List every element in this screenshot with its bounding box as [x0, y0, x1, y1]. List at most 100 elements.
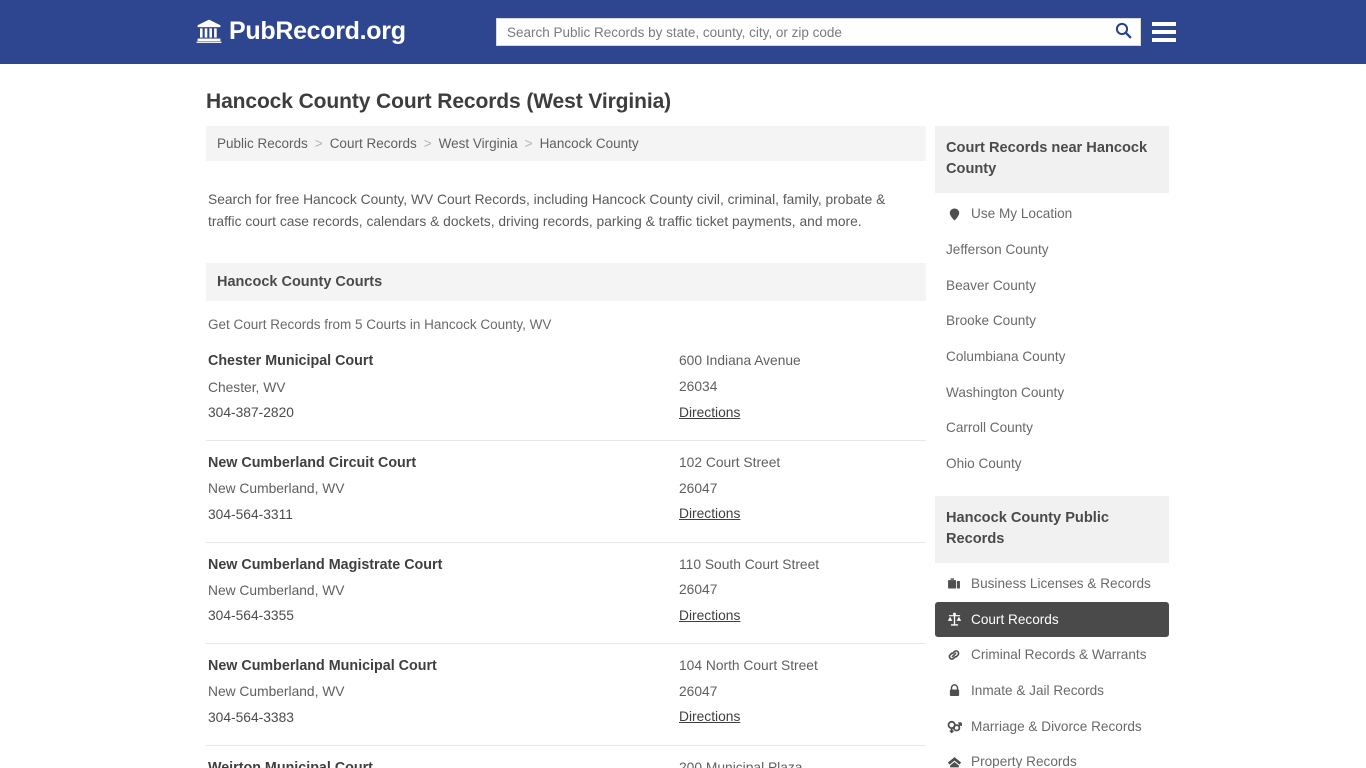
scales-of-justice-icon	[946, 612, 962, 628]
court-info: Weirton Municipal Court Weirton, WV 304-…	[206, 755, 671, 768]
court-name[interactable]: New Cumberland Circuit Court	[208, 450, 671, 476]
directions-link[interactable]: Directions	[679, 501, 740, 527]
court-location: 200 Municipal Plaza 26062 Directions	[671, 755, 926, 768]
court-location: 104 North Court Street 26047 Directions	[671, 653, 926, 730]
court-city: New Cumberland, WV	[208, 679, 671, 705]
court-phone: 304-564-3311	[208, 502, 671, 528]
page-body: Hancock County Court Records (West Virgi…	[0, 64, 1366, 768]
sidebar-item-label: Beaver County	[946, 277, 1036, 295]
court-name[interactable]: New Cumberland Municipal Court	[208, 653, 671, 679]
court-info: Chester Municipal Court Chester, WV 304-…	[206, 348, 671, 426]
breadcrumb-item-court-records[interactable]: Court Records	[330, 136, 417, 151]
search-icon	[1115, 22, 1132, 42]
hamburger-bar	[1152, 38, 1176, 42]
court-location: 110 South Court Street 26047 Directions	[671, 552, 926, 629]
court-address: 104 North Court Street	[679, 653, 926, 679]
sidebar-item-label: Business Licenses & Records	[971, 575, 1151, 593]
table-row: New Cumberland Magistrate Court New Cumb…	[206, 542, 926, 644]
sidebar-item-label: Inmate & Jail Records	[971, 682, 1104, 700]
court-city: New Cumberland, WV	[208, 578, 671, 604]
sidebar-item-label: Carroll County	[946, 419, 1033, 437]
directions-link[interactable]: Directions	[679, 400, 740, 426]
sidebar-item-label: Court Records	[971, 611, 1059, 629]
court-info: New Cumberland Circuit Court New Cumberl…	[206, 450, 671, 528]
sidebar: Court Records near Hancock County Use My…	[935, 126, 1169, 768]
court-phone: 304-387-2820	[208, 400, 671, 426]
sidebar-item-label: Marriage & Divorce Records	[971, 718, 1142, 736]
site-logo[interactable]: PubRecord.org	[196, 18, 406, 44]
court-location: 102 Court Street 26047 Directions	[671, 450, 926, 527]
sidebar-item-label: Criminal Records & Warrants	[971, 646, 1147, 664]
breadcrumb-separator: >	[518, 136, 540, 151]
courts-list: Chester Municipal Court Chester, WV 304-…	[206, 348, 926, 768]
table-row: Weirton Municipal Court Weirton, WV 304-…	[206, 745, 926, 768]
sidebar-item-business-licenses[interactable]: Business Licenses & Records	[935, 563, 1169, 602]
courts-section-subheading: Get Court Records from 5 Courts in Hanco…	[206, 301, 926, 348]
hamburger-menu-icon[interactable]	[1152, 19, 1176, 45]
sidebar-item-brooke-county[interactable]: Brooke County	[935, 303, 1169, 339]
page-intro-text: Search for free Hancock County, WV Court…	[206, 175, 916, 250]
court-phone: 304-564-3355	[208, 603, 671, 629]
court-address: 200 Municipal Plaza	[679, 755, 926, 768]
court-name[interactable]: New Cumberland Magistrate Court	[208, 552, 671, 578]
sidebar-item-use-my-location[interactable]: Use My Location	[935, 193, 1169, 232]
chain-link-icon	[946, 647, 962, 663]
sidebar-item-label: Brooke County	[946, 312, 1036, 330]
search-bar[interactable]	[496, 18, 1141, 46]
site-header: PubRecord.org	[0, 0, 1366, 64]
sidebar-item-label: Use My Location	[971, 205, 1072, 223]
hamburger-bar	[1152, 30, 1176, 34]
map-pin-icon	[946, 206, 962, 222]
breadcrumb-separator: >	[417, 136, 439, 151]
court-info: New Cumberland Magistrate Court New Cumb…	[206, 552, 671, 630]
sidebar-item-beaver-county[interactable]: Beaver County	[935, 268, 1169, 304]
courts-section-heading: Hancock County Courts	[206, 263, 926, 301]
court-zip: 26047	[679, 476, 926, 502]
court-address: 102 Court Street	[679, 450, 926, 476]
venus-mars-icon	[946, 719, 962, 735]
breadcrumb-item-public-records[interactable]: Public Records	[217, 136, 308, 151]
court-name[interactable]: Chester Municipal Court	[208, 348, 671, 374]
sidebar-item-label: Columbiana County	[946, 348, 1065, 366]
table-row: Chester Municipal Court Chester, WV 304-…	[206, 348, 926, 440]
court-phone: 304-564-3383	[208, 705, 671, 731]
breadcrumb-separator: >	[308, 136, 330, 151]
search-input[interactable]	[497, 19, 1106, 45]
content-container: Hancock County Court Records (West Virgi…	[197, 64, 1169, 768]
court-city: Chester, WV	[208, 375, 671, 401]
sidebar-item-court-records[interactable]: Court Records	[935, 602, 1169, 638]
public-records-heading: Hancock County Public Records	[935, 496, 1169, 563]
sidebar-item-label: Property Records	[971, 753, 1077, 768]
breadcrumb-item-hancock-county[interactable]: Hancock County	[540, 136, 639, 151]
logo-text: PubRecord.org	[229, 19, 406, 44]
table-row: New Cumberland Circuit Court New Cumberl…	[206, 440, 926, 542]
sidebar-item-ohio-county[interactable]: Ohio County	[935, 446, 1169, 482]
breadcrumb-item-west-virginia[interactable]: West Virginia	[439, 136, 518, 151]
court-name[interactable]: Weirton Municipal Court	[208, 755, 671, 768]
court-zip: 26047	[679, 679, 926, 705]
court-zip: 26034	[679, 374, 926, 400]
directions-link[interactable]: Directions	[679, 603, 740, 629]
nearby-heading: Court Records near Hancock County	[935, 126, 1169, 193]
public-records-card: Hancock County Public Records Business L	[935, 496, 1169, 768]
main-column: Public Records > Court Records > West Vi…	[197, 126, 926, 768]
padlock-icon	[946, 683, 962, 699]
sidebar-item-criminal-records[interactable]: Criminal Records & Warrants	[935, 637, 1169, 673]
nearby-county-list: Use My Location Jefferson County Beaver …	[935, 193, 1169, 481]
sidebar-item-label: Washington County	[946, 384, 1064, 402]
breadcrumb: Public Records > Court Records > West Vi…	[206, 126, 926, 161]
bank-building-icon	[196, 18, 222, 44]
directions-link[interactable]: Directions	[679, 704, 740, 730]
sidebar-item-jefferson-county[interactable]: Jefferson County	[935, 232, 1169, 268]
sidebar-item-washington-county[interactable]: Washington County	[935, 375, 1169, 411]
house-icon	[946, 754, 962, 768]
sidebar-item-inmate-jail-records[interactable]: Inmate & Jail Records	[935, 673, 1169, 709]
nearby-court-records-card: Court Records near Hancock County Use My…	[935, 126, 1169, 482]
court-info: New Cumberland Municipal Court New Cumbe…	[206, 653, 671, 731]
sidebar-item-property-records[interactable]: Property Records	[935, 744, 1169, 768]
sidebar-item-carroll-county[interactable]: Carroll County	[935, 410, 1169, 446]
search-button[interactable]	[1106, 19, 1140, 45]
sidebar-item-columbiana-county[interactable]: Columbiana County	[935, 339, 1169, 375]
sidebar-item-marriage-divorce-records[interactable]: Marriage & Divorce Records	[935, 709, 1169, 745]
court-address: 600 Indiana Avenue	[679, 348, 926, 374]
